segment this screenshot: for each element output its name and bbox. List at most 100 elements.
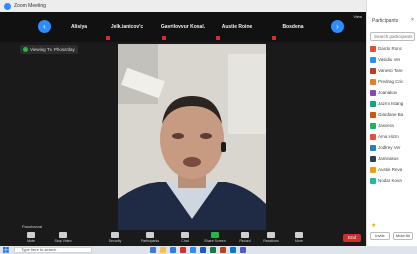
participant-row[interactable]: Jamirakus [370,153,417,164]
tile-name: Jelk.ianicov'c [110,24,144,30]
windows-taskbar: Type here to search [0,246,417,254]
participant-row[interactable]: Joanakov [370,87,417,98]
participant-name: Jamirakus [378,156,399,161]
windows-start-icon[interactable] [3,247,9,253]
participant-name: Vanesti Tare [378,68,403,73]
participants-button[interactable]: Participants [135,232,165,243]
invite-button[interactable]: Invite [370,232,390,240]
screen: Zoom Meeting ‹ Alisiya Jelk.ianicov'c Ga… [0,0,417,254]
screen-share-bar: Viewing Tx Phosa'day [20,45,78,54]
participant-name: Predrag Cric [378,79,404,84]
mute-button[interactable]: Mute [16,232,46,243]
file-explorer-icon[interactable] [160,247,166,253]
participant-name: Jazmi Istang [378,101,404,106]
powerpoint-icon[interactable] [220,247,226,253]
record-icon [241,232,249,238]
participant-row[interactable]: Nodar Kova [370,175,417,186]
stop-video-button[interactable]: Stop Video [48,232,78,243]
speaker-video [118,44,266,231]
toolbar-label: Participants [140,239,160,243]
avatar [370,111,376,118]
teams-icon[interactable] [240,247,246,253]
view-button[interactable]: View [353,14,362,19]
tile-name: Alisiya [70,24,88,30]
security-button[interactable]: Security [100,232,130,243]
title-bar: Zoom Meeting [0,0,366,12]
participant-row[interactable]: Vanesti Tare [370,65,417,76]
tile-name: Austie Roine [221,24,253,30]
participant-name: Giardane Ba [378,112,404,117]
end-meeting-button[interactable]: End [343,234,361,242]
participant-name: Jodlrey Ver [378,145,401,150]
avatar [370,133,376,140]
microphone-icon [27,232,35,238]
next-page-arrow-icon[interactable]: › [331,20,344,33]
participant-row[interactable]: Austie Reva [370,164,417,175]
presenter-label: Viewing Tx [30,47,52,52]
gallery-strip: ‹ Alisiya Jelk.ianicov'c Gavrilovvur Kos… [0,12,366,42]
participant-row[interactable]: Dardo Ronc [370,43,417,54]
toolbar-label: More [295,239,303,243]
browser-icon[interactable] [170,247,176,253]
gallery-tile[interactable]: Alisiya [56,14,102,40]
word-icon[interactable] [200,247,206,253]
avatar [370,45,376,52]
tile-name: Gavrilovvur Kosal. [160,24,206,30]
chrome-icon[interactable] [180,247,186,253]
participant-row[interactable]: Vasidiu Ver [370,54,417,65]
taskbar-search-input[interactable]: Type here to search [14,247,92,253]
zoom-app-icon[interactable] [190,247,196,253]
avatar [370,56,376,63]
gallery-tile[interactable]: Gavrilovvur Kosal. [160,14,206,40]
meeting-toolbar: Mute Stop Video Security Participants Ch… [0,230,366,246]
task-view-icon[interactable] [150,247,156,253]
prev-page-arrow-icon[interactable]: ‹ [38,20,51,33]
participants-icon [146,232,154,238]
muted-mic-icon [106,36,110,40]
gallery-tile[interactable]: Jelk.ianicov'c [104,14,150,40]
participant-name: Austie Reva [378,167,403,172]
shield-icon [111,232,119,238]
more-button[interactable]: More [284,232,314,243]
toolbar-label: Record [239,239,251,243]
share-screen-button[interactable]: Share Screen [200,232,230,243]
toolbar-label: Stop Video [54,239,72,243]
participant-row[interactable]: Jazmi Istang [370,98,417,109]
avatar [370,144,376,151]
sharing-indicator-icon [23,47,28,52]
participant-name: Nodar Kova [378,178,402,183]
avatar [370,89,376,96]
muted-mic-icon [162,36,166,40]
participant-row[interactable]: Predrag Cric [370,76,417,87]
muted-mic-icon [272,36,276,40]
speaker-video-image [118,44,266,231]
panel-title: Participants [372,18,399,24]
close-icon[interactable]: × [411,17,414,23]
participant-name: Jasvera [378,123,394,128]
mute-all-button[interactable]: Mute All [393,232,413,240]
avatar [370,67,376,74]
zoom-window: Zoom Meeting ‹ Alisiya Jelk.ianicov'c Ga… [0,0,366,246]
participant-row[interactable]: Jodlrey Ver [370,142,417,153]
participant-list: Dardo Ronc Vasidiu Ver Vanesti Tare Pred… [370,43,417,186]
outlook-icon[interactable] [230,247,236,253]
gallery-tile[interactable]: Austie Roine [214,14,260,40]
participant-row[interactable]: Ama Hizm [370,131,417,142]
gallery-tile[interactable]: Bosdena [270,14,316,40]
toolbar-label: Security [108,239,122,243]
participant-search-input[interactable] [370,32,415,41]
participant-name: Vasidiu Ver [378,57,401,62]
participant-row[interactable]: Giardane Ba [370,109,417,120]
chat-icon [181,232,189,238]
reactions-button[interactable]: Reactions [256,232,286,243]
chat-button[interactable]: Chat [170,232,200,243]
more-icon [295,232,303,238]
avatar [370,155,376,162]
excel-icon[interactable] [210,247,216,253]
toolbar-label: Share Screen [204,239,226,243]
participant-name: Joanakov [378,90,398,95]
participant-row[interactable]: Jasvera [370,120,417,131]
toolbar-label: Mute [27,239,35,243]
toolbar-label: Reactions [263,239,279,243]
participants-panel: Participants × Dardo Ronc Vasidiu Ver Va… [366,0,417,246]
